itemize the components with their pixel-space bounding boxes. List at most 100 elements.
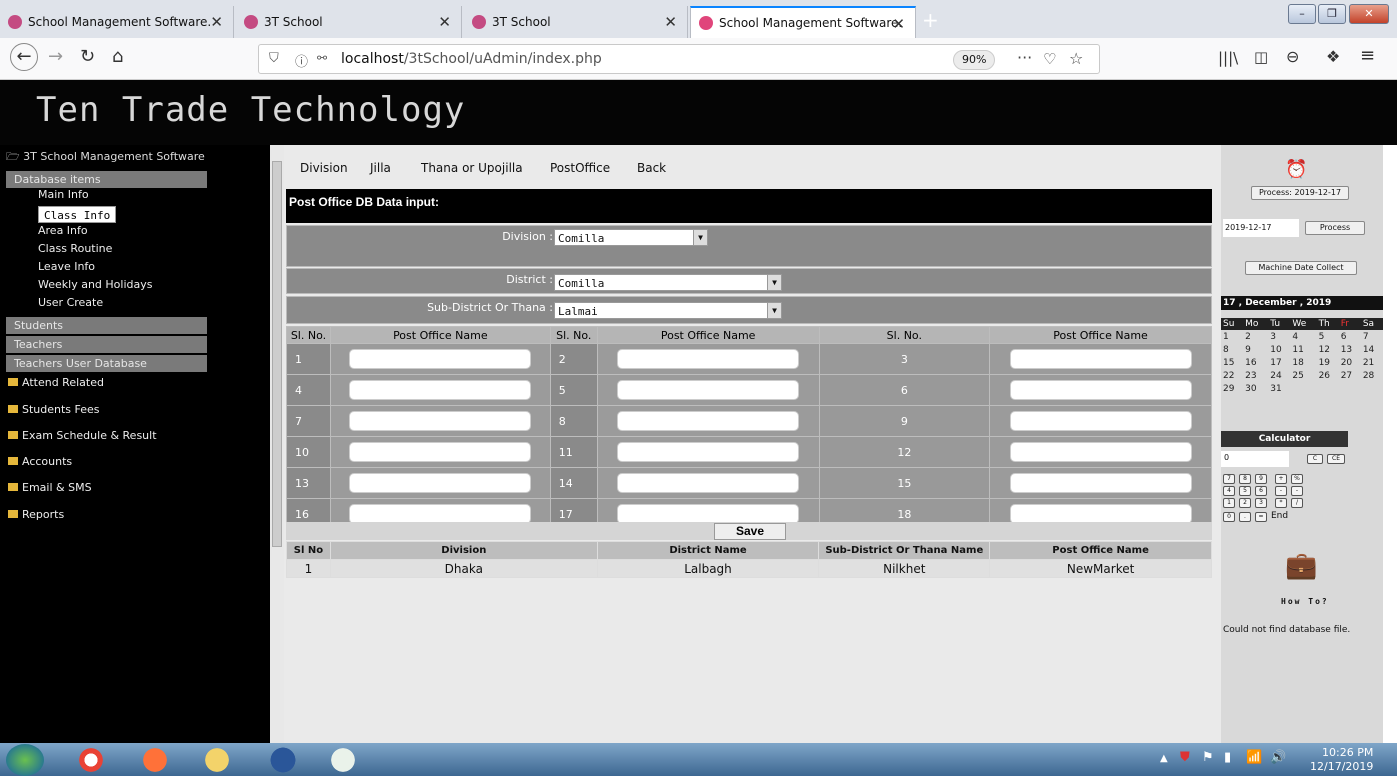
- file-explorer-icon[interactable]: [192, 745, 242, 775]
- calc-key[interactable]: *: [1275, 498, 1287, 508]
- menu-icon[interactable]: ≡: [1360, 45, 1375, 66]
- district-select[interactable]: Comilla ▼: [554, 274, 782, 291]
- post-office-name-input[interactable]: [1009, 442, 1192, 462]
- calc-key-c[interactable]: C: [1307, 454, 1323, 464]
- cal-day[interactable]: [1339, 382, 1361, 395]
- menu-division[interactable]: Division: [300, 161, 348, 175]
- calculator-display[interactable]: 0: [1221, 451, 1289, 467]
- tray-arrow-icon[interactable]: ▲: [1160, 753, 1168, 764]
- account-icon[interactable]: ⊖: [1286, 47, 1299, 66]
- pocket-icon[interactable]: ♡: [1043, 50, 1056, 68]
- how-to-label[interactable]: How To?: [1281, 597, 1329, 606]
- calc-key[interactable]: .: [1239, 512, 1251, 522]
- cal-day[interactable]: [1317, 382, 1339, 395]
- maximize-button[interactable]: ❐: [1318, 4, 1346, 24]
- post-office-name-input[interactable]: [349, 411, 532, 431]
- cal-day[interactable]: 20: [1339, 356, 1361, 369]
- cal-day[interactable]: 8: [1221, 343, 1243, 356]
- home-icon[interactable]: ⌂: [112, 46, 123, 67]
- cal-day[interactable]: 1: [1221, 330, 1243, 343]
- sidebar-folder-reports[interactable]: Reports: [8, 508, 64, 521]
- calc-key[interactable]: -: [1291, 486, 1303, 496]
- post-office-name-input[interactable]: [349, 473, 532, 493]
- tab-school-management-1[interactable]: School Management Software. ✕: [0, 6, 234, 38]
- sidebar-item-user-create[interactable]: User Create: [38, 296, 103, 309]
- sidebar-item-weekly-holidays[interactable]: Weekly and Holidays: [38, 278, 152, 291]
- cal-day[interactable]: 21: [1361, 356, 1383, 369]
- shield-icon[interactable]: ⛉: [269, 51, 279, 66]
- back-arrow-icon[interactable]: ←: [10, 43, 38, 71]
- date-input[interactable]: 2019-12-17: [1223, 219, 1299, 237]
- cal-day[interactable]: 17: [1268, 356, 1290, 369]
- sidebar-root[interactable]: 🗁 3T School Management Software: [6, 148, 205, 167]
- post-office-name-input[interactable]: [349, 349, 532, 369]
- post-office-name-input[interactable]: [1009, 349, 1192, 369]
- calc-key[interactable]: 5: [1239, 486, 1251, 496]
- info-icon[interactable]: ⓘ: [295, 51, 308, 70]
- tab-school-management-active[interactable]: School Management Software. ✕: [690, 6, 916, 38]
- menu-back[interactable]: Back: [637, 161, 666, 175]
- sidebar-item-leave-info[interactable]: Leave Info: [38, 260, 95, 273]
- tab-3t-school-2[interactable]: 3T School ✕: [464, 6, 688, 38]
- cal-day[interactable]: 30: [1243, 382, 1268, 395]
- cal-day[interactable]: 16: [1243, 356, 1268, 369]
- calc-end[interactable]: End: [1271, 511, 1288, 521]
- subdistrict-select[interactable]: Lalmai ▼: [554, 302, 782, 319]
- post-office-name-input[interactable]: [617, 411, 800, 431]
- calc-key[interactable]: 0: [1223, 512, 1235, 522]
- close-icon[interactable]: ✕: [210, 13, 223, 31]
- start-button[interactable]: [6, 744, 44, 776]
- minimize-button[interactable]: –: [1288, 4, 1316, 24]
- cal-day[interactable]: 26: [1317, 369, 1339, 382]
- close-window-button[interactable]: ✕: [1349, 4, 1389, 24]
- post-office-name-input[interactable]: [349, 380, 532, 400]
- sidebar-item-class-routine[interactable]: Class Routine: [38, 242, 112, 255]
- cal-day[interactable]: 11: [1290, 343, 1316, 356]
- cal-day[interactable]: 19: [1317, 356, 1339, 369]
- calc-key[interactable]: +: [1275, 474, 1287, 484]
- cal-day[interactable]: 4: [1290, 330, 1316, 343]
- new-tab-plus-icon[interactable]: +: [922, 8, 939, 32]
- cal-day[interactable]: 25: [1290, 369, 1316, 382]
- cal-day[interactable]: 13: [1339, 343, 1361, 356]
- sidebar-item-area-info[interactable]: Area Info: [38, 224, 88, 237]
- battery-icon[interactable]: ▮: [1224, 750, 1231, 765]
- close-icon[interactable]: ✕: [892, 15, 905, 33]
- post-office-name-input[interactable]: [617, 442, 800, 462]
- menu-thana[interactable]: Thana or Upojilla: [421, 161, 523, 175]
- cal-day[interactable]: 15: [1221, 356, 1243, 369]
- calc-key[interactable]: =: [1255, 512, 1267, 522]
- sidebar-item-class-info[interactable]: Class Info: [38, 206, 117, 223]
- sidebar-folder-accounts[interactable]: Accounts: [8, 455, 72, 468]
- post-office-name-input[interactable]: [617, 349, 800, 369]
- shield-tray-icon[interactable]: ⛊: [1180, 750, 1190, 765]
- cal-day[interactable]: 14: [1361, 343, 1383, 356]
- calc-key[interactable]: 6: [1255, 486, 1267, 496]
- post-office-name-input[interactable]: [617, 473, 800, 493]
- post-office-name-input[interactable]: [1009, 504, 1192, 524]
- forward-arrow-icon[interactable]: →: [48, 46, 63, 67]
- cal-day[interactable]: 18: [1290, 356, 1316, 369]
- sidebar-scrollbar[interactable]: [270, 145, 284, 743]
- calc-key[interactable]: /: [1291, 498, 1303, 508]
- sidebar-group-teachers[interactable]: Teachers: [6, 336, 207, 353]
- cal-day[interactable]: 24: [1268, 369, 1290, 382]
- menu-postoffice[interactable]: PostOffice: [550, 161, 610, 175]
- chrome-icon[interactable]: [66, 745, 116, 775]
- reload-icon[interactable]: ↻: [80, 46, 95, 67]
- cal-day[interactable]: 9: [1243, 343, 1268, 356]
- cal-day[interactable]: 28: [1361, 369, 1383, 382]
- calc-key[interactable]: 9: [1255, 474, 1267, 484]
- post-office-name-input[interactable]: [1009, 380, 1192, 400]
- save-button[interactable]: Save: [714, 523, 786, 540]
- sidebar-folder-exam[interactable]: Exam Schedule & Result: [8, 429, 157, 442]
- calc-key[interactable]: -: [1275, 486, 1287, 496]
- tab-3t-school-1[interactable]: 3T School ✕: [236, 6, 462, 38]
- close-icon[interactable]: ✕: [438, 13, 451, 31]
- word-icon[interactable]: [258, 745, 308, 775]
- notepad-icon[interactable]: [318, 745, 368, 775]
- calc-key[interactable]: 1: [1223, 498, 1235, 508]
- post-office-name-input[interactable]: [617, 380, 800, 400]
- process-date-button[interactable]: Process: 2019-12-17: [1251, 186, 1349, 200]
- scrollbar-thumb[interactable]: [272, 161, 282, 547]
